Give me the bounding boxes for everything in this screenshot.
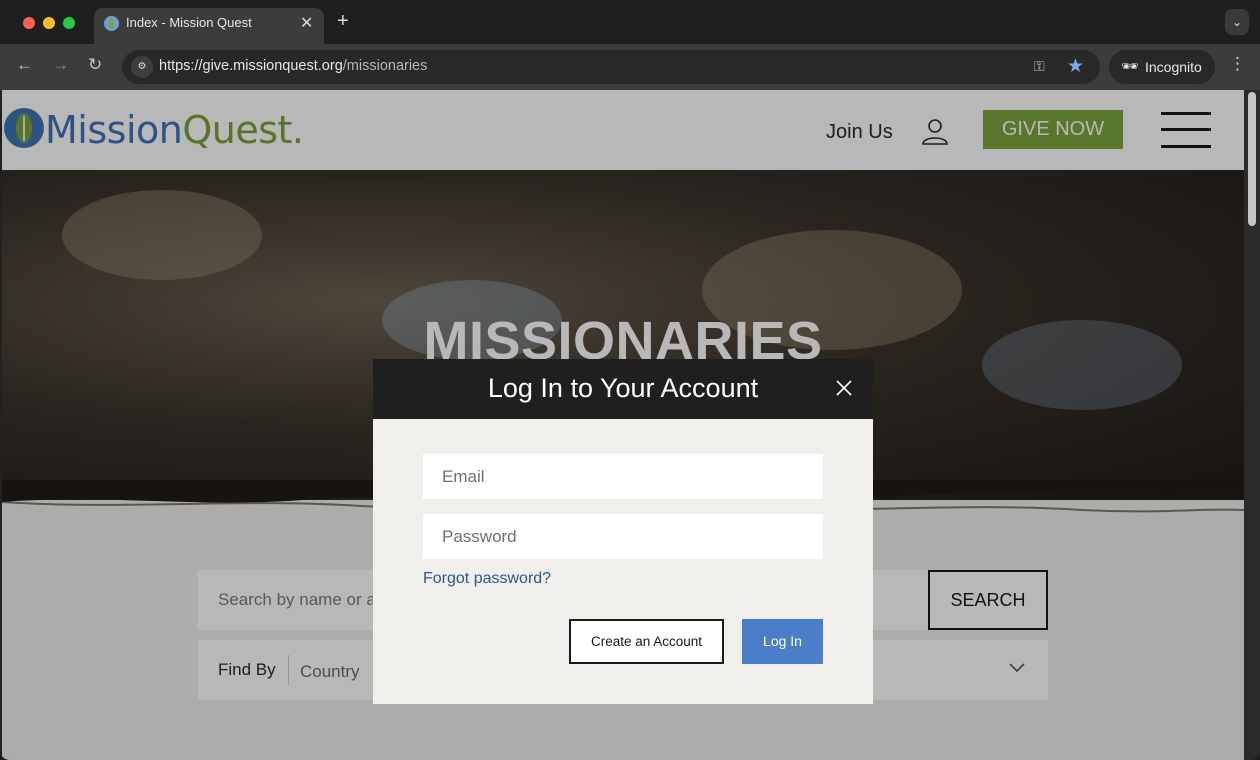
star-icon[interactable]: ★ bbox=[1067, 55, 1084, 78]
tab-strip: Index - Mission Quest ✕ + ⌄ bbox=[0, 0, 1260, 44]
minimize-window-button[interactable] bbox=[43, 17, 55, 29]
incognito-indicator[interactable]: 🕶 Incognito bbox=[1109, 50, 1215, 84]
modal-title: Log In to Your Account bbox=[487, 373, 759, 403]
create-account-button[interactable]: Create an Account bbox=[569, 619, 724, 664]
maximize-window-button[interactable] bbox=[63, 17, 75, 29]
browser-window: Index - Mission Quest ✕ + ⌄ ← → ↻ ⚙ http… bbox=[0, 0, 1260, 760]
active-tab[interactable]: Index - Mission Quest ✕ bbox=[94, 8, 324, 44]
site-settings-icon[interactable]: ⚙ bbox=[131, 56, 153, 78]
url-path: /missionaries bbox=[342, 58, 428, 74]
login-modal: Log In to Your Account Forgot password? … bbox=[373, 359, 873, 704]
login-button[interactable]: Log In bbox=[742, 619, 823, 664]
forward-arrow-icon[interactable]: → bbox=[52, 55, 69, 75]
chevron-down-icon: ⌄ bbox=[1231, 15, 1243, 29]
browser-toolbar: ← → ↻ ⚙ https://give.missionquest.org/mi… bbox=[0, 44, 1260, 90]
address-bar[interactable]: ⚙ https://give.missionquest.org/missiona… bbox=[122, 50, 1100, 84]
forgot-password-link[interactable]: Forgot password? bbox=[423, 570, 551, 588]
url-text[interactable]: https://give.missionquest.org/missionari… bbox=[159, 58, 427, 74]
incognito-label: Incognito bbox=[1145, 59, 1202, 75]
reload-icon[interactable]: ↻ bbox=[88, 55, 102, 75]
tab-close-icon[interactable]: ✕ bbox=[300, 13, 313, 33]
new-tab-button[interactable]: + bbox=[337, 10, 349, 33]
incognito-icon: 🕶 bbox=[1121, 58, 1139, 74]
web-page: MissionQuest. Join Us GIVE NOW MISSIONAR… bbox=[2, 90, 1244, 760]
email-field[interactable] bbox=[423, 454, 823, 499]
close-icon[interactable] bbox=[835, 379, 853, 397]
tab-title: Index - Mission Quest bbox=[126, 15, 252, 30]
url-host: https://give.missionquest.org bbox=[159, 58, 343, 74]
close-window-button[interactable] bbox=[23, 17, 35, 29]
key-icon[interactable]: ⚿ bbox=[1034, 58, 1045, 75]
password-field[interactable] bbox=[423, 514, 823, 559]
tab-search-button[interactable]: ⌄ bbox=[1225, 9, 1249, 35]
page-scrollbar[interactable] bbox=[1244, 90, 1260, 760]
modal-header: Log In to Your Account bbox=[373, 359, 873, 419]
favicon-icon bbox=[104, 16, 119, 31]
scrollbar-thumb[interactable] bbox=[1248, 92, 1256, 226]
back-arrow-icon[interactable]: ← bbox=[16, 55, 33, 75]
more-vertical-icon[interactable]: ⋮ bbox=[1229, 54, 1246, 74]
